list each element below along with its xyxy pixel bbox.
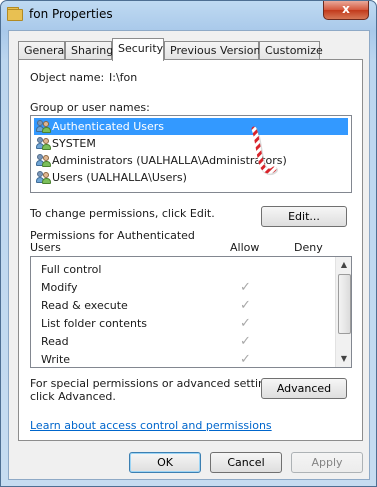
edit-button[interactable]: Edit...: [261, 206, 347, 227]
scroll-up-icon[interactable]: ▲: [336, 257, 351, 273]
table-row: Read & execute ✓: [41, 298, 251, 313]
window-title: fon Properties: [29, 7, 113, 21]
table-row: Full control: [41, 263, 102, 276]
permissions-title-line2: Users: [30, 241, 61, 254]
allow-check-icon: ✓: [240, 352, 251, 367]
group-names-label: Group or user names:: [30, 101, 150, 114]
tab-security[interactable]: Security: [112, 38, 164, 61]
user-group-icon: [36, 119, 52, 133]
object-name-value: I:\fon: [109, 71, 138, 84]
table-row: Read ✓: [41, 334, 251, 349]
learn-more-link[interactable]: Learn about access control and permissio…: [30, 419, 272, 432]
user-group-icon: [36, 170, 52, 184]
allow-check-icon: ✓: [240, 280, 251, 295]
permissions-list[interactable]: Full control Modify ✓ Read & execute ✓ L…: [30, 256, 352, 368]
advanced-button[interactable]: Advanced: [261, 378, 347, 399]
table-row: List folder contents ✓: [41, 316, 251, 331]
list-item[interactable]: Administrators (UALHALLA\Administrators): [34, 152, 348, 169]
special-permissions-text-line2: click Advanced.: [30, 390, 116, 403]
tab-sharing[interactable]: Sharing: [65, 41, 113, 60]
table-row: Modify ✓: [41, 280, 251, 295]
allow-check-icon: ✓: [240, 316, 251, 331]
list-item[interactable]: SYSTEM: [34, 135, 348, 152]
list-item[interactable]: Users (UALHALLA\Users): [34, 169, 348, 186]
group-user-list[interactable]: Authenticated Users SYSTEM Administrator…: [30, 115, 352, 193]
close-button[interactable]: x: [323, 1, 369, 20]
special-permissions-text-line1: For special permissions or advanced sett…: [30, 377, 282, 390]
candy-cane-icon: [251, 126, 278, 176]
scroll-down-icon[interactable]: ▼: [336, 351, 351, 367]
user-group-icon: [36, 153, 52, 167]
security-panel: Object name: I:\fon Group or user names:…: [18, 59, 363, 441]
tab-general[interactable]: General: [18, 41, 67, 60]
folder-icon: [7, 7, 23, 21]
list-item[interactable]: Authenticated Users: [34, 118, 348, 135]
properties-window: fon Properties x General Sharing Securit…: [0, 0, 377, 487]
change-permissions-text: To change permissions, click Edit.: [30, 207, 215, 220]
allow-check-icon: ✓: [240, 298, 251, 313]
deny-column-header: Deny: [294, 241, 323, 254]
allow-column-header: Allow: [230, 241, 260, 254]
tab-previous-versions[interactable]: Previous Versions: [164, 41, 266, 60]
cancel-button[interactable]: Cancel: [210, 452, 282, 473]
tab-customize[interactable]: Customize: [259, 41, 323, 60]
user-group-icon: [36, 136, 52, 150]
dialog-body: General Sharing Security Previous Versio…: [8, 30, 370, 480]
table-row: Write ✓: [41, 352, 251, 367]
permissions-scrollbar[interactable]: ▲ ▼: [335, 257, 351, 367]
object-name-label: Object name:: [30, 71, 105, 84]
scroll-thumb[interactable]: [338, 274, 351, 334]
title-bar[interactable]: fon Properties x: [1, 1, 376, 29]
ok-button[interactable]: OK: [129, 452, 201, 473]
allow-check-icon: ✓: [240, 334, 251, 349]
apply-button[interactable]: Apply: [291, 452, 363, 473]
